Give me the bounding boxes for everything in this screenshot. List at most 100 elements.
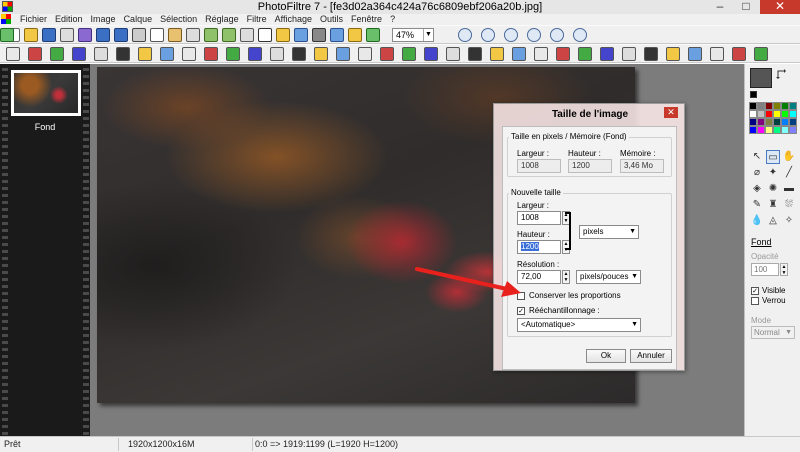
palette-swatch[interactable] [781,110,789,118]
opacity-input[interactable]: 100 [751,263,779,276]
magic-wand-icon[interactable]: ✦ [766,166,780,180]
palette-swatch[interactable] [773,126,781,134]
rotate-icon[interactable] [366,28,380,42]
scan-icon[interactable] [78,28,92,42]
dialog-close-button[interactable]: ✕ [664,107,678,118]
palette-swatch[interactable] [749,118,757,126]
close-window-button[interactable]: ✕ [760,0,800,14]
rgb-green-icon[interactable] [204,47,218,61]
palette-swatch[interactable] [781,102,789,110]
rgb-blue-icon[interactable] [226,47,240,61]
brush-icon[interactable]: ✎ [750,198,764,212]
rgb-red-icon[interactable] [182,47,196,61]
image-size-icon[interactable] [204,28,218,42]
palette-swatch[interactable] [773,102,781,110]
visible-checkbox[interactable]: ✓ [751,287,759,295]
pipette-icon[interactable]: ⌀ [750,166,764,180]
palette-swatch[interactable] [773,118,781,126]
flask-2-icon[interactable] [468,47,482,61]
sepia-icon[interactable] [710,47,724,61]
unit-select[interactable]: pixels ▼ [579,225,639,239]
triangle-3-icon[interactable] [424,47,438,61]
palette-swatch[interactable] [749,110,757,118]
rect-select-icon[interactable]: ▭ [766,150,780,164]
zoom-in-icon[interactable] [458,28,472,42]
triangle-1-icon[interactable] [380,47,394,61]
resampling-label[interactable]: Rééchantillonnage : [529,306,600,315]
gradient-icon[interactable] [294,28,308,42]
menu-item[interactable]: Edition [51,14,87,25]
text-white-icon[interactable] [358,47,372,61]
hand-icon[interactable]: ✋ [782,150,796,164]
levels-icon[interactable] [248,47,262,61]
blur-icon[interactable]: ◬ [766,214,780,228]
move-icon[interactable] [292,47,306,61]
triangle-2-icon[interactable] [402,47,416,61]
noise-icon[interactable] [644,47,658,61]
palette-swatch[interactable] [789,110,797,118]
spin-down-icon[interactable]: ▼ [563,277,569,283]
cut-icon[interactable] [132,28,146,42]
frame-icon[interactable] [240,28,254,42]
zoom-select[interactable]: 47% ▼ [392,28,434,42]
paste-icon[interactable] [168,28,182,42]
select-lasso-icon[interactable] [72,47,86,61]
image-thumbnail[interactable] [11,70,81,116]
invert-icon[interactable] [666,47,680,61]
layer-up-icon[interactable] [138,47,152,61]
smudge-icon[interactable]: ✧ [782,214,796,228]
zoom-dropdown-icon[interactable]: ▼ [423,29,433,41]
sharpen-icon[interactable] [600,47,614,61]
stamp-icon[interactable]: ♜ [766,198,780,212]
filter-icon[interactable] [534,47,548,61]
undo-icon[interactable] [96,28,110,42]
drop-icon[interactable]: 💧 [750,214,764,228]
menu-item[interactable]: Affichage [271,14,316,25]
palette-swatch[interactable] [781,118,789,126]
grid-icon[interactable] [270,47,284,61]
spray-icon[interactable]: ✺ [766,182,780,196]
text-black-icon[interactable] [336,47,350,61]
palette-swatch[interactable] [765,110,773,118]
palette-swatch[interactable] [749,126,757,134]
resampling-checkbox[interactable]: ✓ [517,307,525,315]
foreground-color-swatch[interactable] [750,68,772,88]
brightness-icon[interactable] [348,28,362,42]
minimize-button[interactable]: – [708,0,732,14]
palette-swatch[interactable] [757,118,765,126]
palette-swatch[interactable] [765,102,773,110]
stamp-mini-icon[interactable] [512,47,526,61]
new-width-input[interactable]: 1008 [517,211,561,225]
print-icon[interactable] [60,28,74,42]
flip-icon[interactable] [0,28,14,42]
lock-label[interactable]: Verrou [762,296,786,305]
align-right-icon[interactable] [116,47,130,61]
canvas-size-icon[interactable] [222,28,236,42]
menu-item[interactable]: ? [386,14,399,25]
open-file-icon[interactable] [24,28,38,42]
fill-icon[interactable]: ◈ [750,182,764,196]
default-colors-icon[interactable] [750,91,757,98]
wand-icon[interactable] [276,28,290,42]
text-icon[interactable] [258,28,272,42]
gray-icon[interactable] [688,47,702,61]
blur-mini-icon[interactable] [622,47,636,61]
menu-item[interactable]: Outils [316,14,347,25]
menu-item[interactable]: Sélection [156,14,201,25]
palette-swatch[interactable] [765,118,773,126]
menu-item[interactable]: Réglage [201,14,243,25]
visible-label[interactable]: Visible [762,286,785,295]
new-height-input[interactable]: 1200 [517,240,561,254]
hue-icon[interactable] [578,47,592,61]
arrows-icon[interactable] [573,28,587,42]
eraser-icon[interactable]: ▬ [782,182,796,196]
cancel-button[interactable]: Annuler [630,349,672,363]
keep-proportions-label[interactable]: Conserver les proportions [529,291,621,300]
select-rect-icon[interactable] [6,47,20,61]
palette-swatch[interactable] [757,126,765,134]
palette-swatch[interactable] [749,102,757,110]
resolution-unit-select[interactable]: pixels/pouces ▼ [576,270,641,284]
layer-down-icon[interactable] [160,47,174,61]
grid-2-icon[interactable] [314,47,328,61]
lock-checkbox[interactable] [751,297,759,305]
